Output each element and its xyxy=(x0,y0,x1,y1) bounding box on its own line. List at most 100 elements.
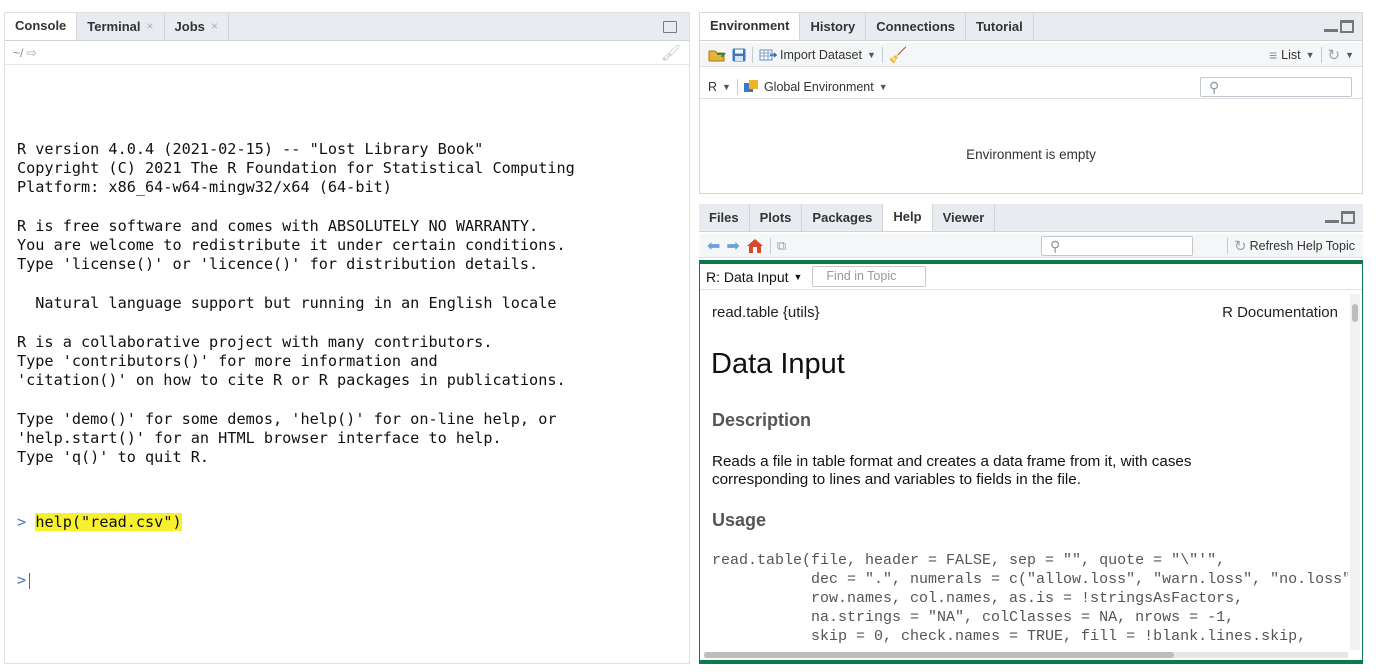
maximize-icon[interactable] xyxy=(1341,211,1355,224)
tab-tutorial[interactable]: Tutorial xyxy=(966,13,1034,40)
console-line: Type 'license()' or 'licence()' for dist… xyxy=(17,255,539,274)
tab-label: Help xyxy=(893,208,922,224)
environment-empty-message: Environment is empty xyxy=(966,147,1096,162)
tab-label: Viewer xyxy=(942,209,985,225)
console-line: Type 'demo()' for some demos, 'help()' f… xyxy=(17,409,557,428)
import-dataset-button[interactable]: Import Dataset xyxy=(780,48,862,62)
tab-connections[interactable]: Connections xyxy=(866,13,966,40)
console-line: 'help.start()' for an HTML browser inter… xyxy=(17,429,502,448)
description-text: Reads a file in table format and creates… xyxy=(712,453,1192,488)
scrollbar-thumb[interactable] xyxy=(1352,304,1358,322)
tab-label: History xyxy=(810,18,856,34)
console-input-line[interactable]: > xyxy=(17,571,575,590)
console-lines: R version 4.0.4 (2021-02-15) -- "Lost Li… xyxy=(17,140,575,468)
minimize-icon[interactable] xyxy=(1324,22,1338,32)
chevron-down-icon[interactable]: ▼ xyxy=(867,50,876,60)
text-cursor xyxy=(29,572,31,589)
console-output[interactable]: R version 4.0.4 (2021-02-15) -- "Lost Li… xyxy=(17,101,575,629)
tab-label: Console xyxy=(15,17,67,33)
prompt-symbol: > xyxy=(17,571,27,590)
console-line: Type 'q()' to quit R. xyxy=(17,448,210,467)
help-topic-dropdown[interactable]: R: Data Input xyxy=(706,269,789,285)
tab-packages[interactable]: Packages xyxy=(802,204,884,231)
language-dropdown[interactable]: R xyxy=(708,80,717,94)
pane-controls xyxy=(1325,211,1355,224)
environment-toolbar: Import Dataset ▼ 🧹 ≡ List ▼ ↻ ▼ xyxy=(700,43,1362,67)
go-to-directory-icon[interactable]: ⇨ xyxy=(26,45,36,60)
console-command-line: > help("read.csv") xyxy=(17,513,575,532)
horizontal-scrollbar[interactable] xyxy=(704,652,1348,658)
refresh-help-topic-button[interactable]: Refresh Help Topic xyxy=(1250,239,1355,253)
list-view-icon[interactable]: ≡ xyxy=(1269,47,1277,63)
scrollbar-thumb[interactable] xyxy=(704,652,1174,658)
console-line: R is free software and comes with ABSOLU… xyxy=(17,216,539,235)
refresh-icon[interactable]: ↻ xyxy=(1234,237,1247,255)
console-line: You are welcome to redistribute it under… xyxy=(17,236,566,255)
restore-pane-icon[interactable] xyxy=(663,21,677,33)
usage-code: read.table(file, header = FALSE, sep = "… xyxy=(712,551,1348,646)
tab-console[interactable]: Console xyxy=(5,13,78,40)
tab-environment[interactable]: Environment xyxy=(700,13,801,40)
tab-plots[interactable]: Plots xyxy=(750,204,803,231)
popout-icon[interactable]: ⧉ xyxy=(777,238,786,254)
environment-scope-dropdown[interactable]: Global Environment xyxy=(764,80,874,94)
console-pane: Console Terminal × Jobs × ~/ ⇨ 🖌 R version… xyxy=(4,12,690,664)
broom-icon[interactable]: 🧹 xyxy=(889,46,908,64)
chevron-down-icon[interactable]: ▼ xyxy=(722,82,731,92)
toolbar-separator xyxy=(752,46,753,63)
search-icon: ⚲ xyxy=(1209,79,1220,95)
working-directory[interactable]: ~/ xyxy=(13,46,23,60)
close-icon[interactable]: × xyxy=(211,19,218,33)
close-icon[interactable]: × xyxy=(147,19,154,33)
console-line: Type 'contributors()' for more informati… xyxy=(17,351,438,370)
usage-code-line: dec = ".", numerals = c("allow.loss", "w… xyxy=(712,571,1348,588)
console-line: R is a collaborative project with many c… xyxy=(17,332,493,351)
toolbar-separator xyxy=(736,78,738,95)
description-heading: Description xyxy=(712,410,812,430)
console-line: Natural language support but running in … xyxy=(17,293,557,312)
tab-jobs[interactable]: Jobs × xyxy=(165,13,229,40)
toolbar-separator xyxy=(1320,46,1322,63)
tab-label: Tutorial xyxy=(976,18,1023,34)
chevron-down-icon[interactable]: ▼ xyxy=(1306,50,1315,60)
help-document: read.table {utils} R Documentation Data … xyxy=(700,290,1348,650)
tab-label: Packages xyxy=(812,209,873,225)
clear-console-icon[interactable]: 🖌 xyxy=(661,43,681,63)
tab-label: Terminal xyxy=(87,18,141,34)
tab-files[interactable]: Files xyxy=(699,204,750,231)
home-icon[interactable] xyxy=(746,238,764,254)
find-in-topic-input[interactable]: Find in Topic xyxy=(812,266,927,287)
environment-search-input[interactable]: ⚲ xyxy=(1200,77,1352,97)
minimize-icon[interactable] xyxy=(1325,213,1339,223)
view-mode-dropdown[interactable]: List xyxy=(1281,48,1300,62)
back-arrow-icon[interactable]: ⬅ xyxy=(707,236,720,256)
import-dataset-icon[interactable] xyxy=(759,48,777,62)
doc-title: Data Input xyxy=(711,348,845,380)
maximize-icon[interactable] xyxy=(1340,20,1354,33)
console-line: 'citation()' on how to cite R or R packa… xyxy=(17,371,566,390)
refresh-icon[interactable]: ↻ xyxy=(1328,46,1341,64)
tab-help[interactable]: Help xyxy=(883,204,933,231)
forward-arrow-icon[interactable]: ➡ xyxy=(726,236,739,256)
tab-label: Plots xyxy=(759,209,792,225)
help-toolbar: ⬅ ➡ ⧉ ↻ Refresh Help Topic xyxy=(699,234,1363,258)
save-workspace-icon[interactable] xyxy=(732,48,746,62)
tab-history[interactable]: History xyxy=(800,13,867,40)
chevron-down-icon[interactable]: ▼ xyxy=(1345,50,1354,60)
chevron-down-icon[interactable]: ▼ xyxy=(879,82,888,92)
console-path-bar: ~/ ⇨ 🖌 xyxy=(5,41,689,65)
console-line: R version 4.0.4 (2021-02-15) -- "Lost Li… xyxy=(17,139,484,158)
help-topic-bar: R: Data Input ▼ Find in Topic xyxy=(700,264,1362,290)
tab-viewer[interactable]: Viewer xyxy=(933,204,996,231)
toolbar-separator xyxy=(769,237,771,254)
load-workspace-icon[interactable] xyxy=(708,48,726,62)
help-search-input[interactable]: ⚲ xyxy=(1041,236,1193,256)
vertical-scrollbar[interactable] xyxy=(1350,294,1360,650)
chevron-down-icon[interactable]: ▼ xyxy=(794,272,803,282)
package-ref: read.table {utils} xyxy=(712,304,820,321)
usage-code-line: read.table(file, header = FALSE, sep = "… xyxy=(712,552,1226,569)
tab-terminal[interactable]: Terminal × xyxy=(77,13,165,40)
prompt-symbol: > xyxy=(17,513,27,532)
